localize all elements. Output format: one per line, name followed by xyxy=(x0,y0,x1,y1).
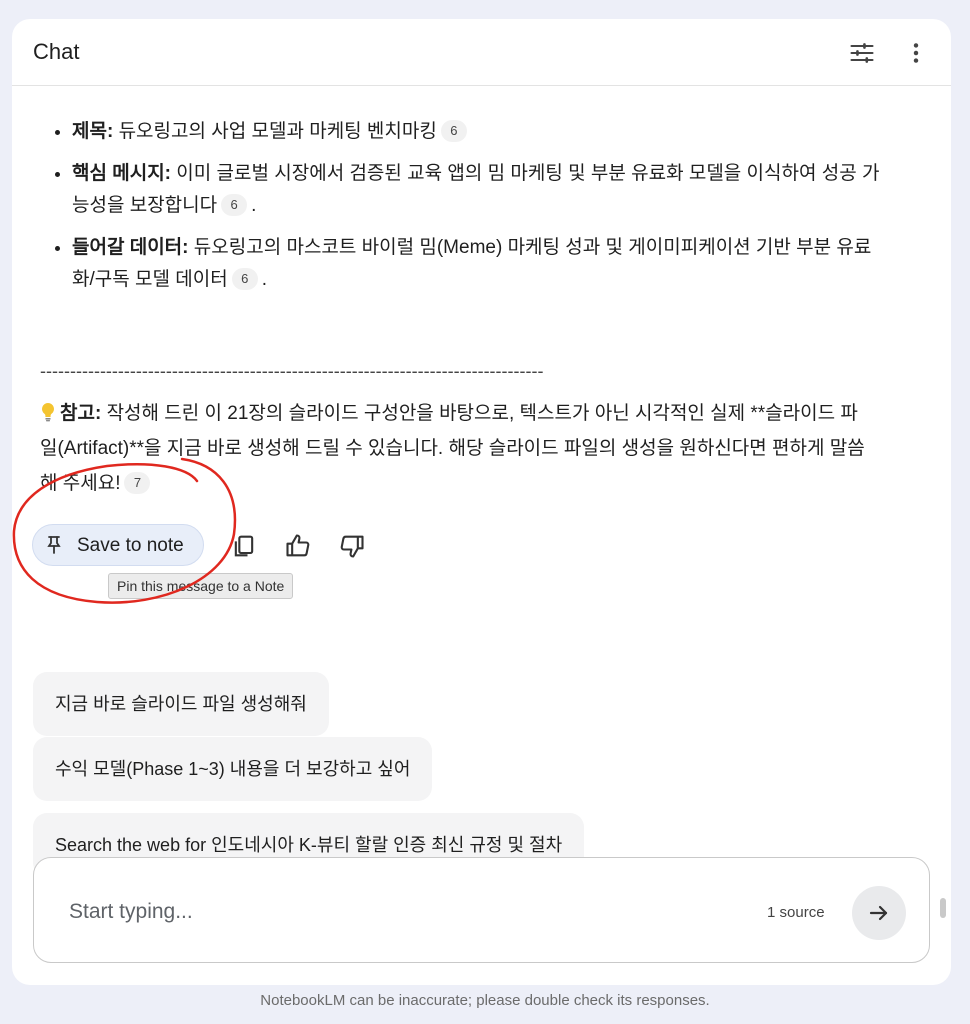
chat-title: Chat xyxy=(33,39,80,64)
citation-badge[interactable]: 6 xyxy=(231,268,258,290)
citation-badge[interactable]: 6 xyxy=(221,194,248,216)
divider-line: ----------------------------------------… xyxy=(40,361,544,381)
bullet-text: 듀오링고의 사업 모델과 마케팅 벤치마킹 xyxy=(113,121,437,142)
bullet-item: 들어갈 데이터: 듀오링고의 마스코트 바이럴 밈(Meme) 마케팅 성과 및… xyxy=(72,232,892,296)
note-label: 참고: xyxy=(60,403,102,424)
suggestion-chip[interactable]: 지금 바로 슬라이드 파일 생성해줘 xyxy=(33,672,329,736)
bullet-text: 듀오링고의 마스코트 바이럴 밈(Meme) 마케팅 성과 및 게이미피케이션 … xyxy=(72,237,872,290)
thumbs-down-icon[interactable] xyxy=(338,532,366,560)
chat-panel: Chat 제목: 듀오링고의 사업 모델과 마케팅 벤치마킹6 핵심 메시지: … xyxy=(12,19,951,985)
save-to-note-label: Save to note xyxy=(77,535,184,556)
bullet-item: 핵심 메시지: 이미 글로벌 시장에서 검증된 교육 앱의 밈 마케팅 및 부분… xyxy=(72,158,892,222)
more-vert-icon[interactable] xyxy=(902,39,930,67)
note-text: 작성해 드린 이 21장의 슬라이드 구성안을 바탕으로, 텍스트가 아닌 시각… xyxy=(40,403,865,494)
bullet-tail: . xyxy=(261,269,267,290)
source-count: 1 source xyxy=(767,904,825,921)
suggestion-chip[interactable]: 수익 모델(Phase 1~3) 내용을 더 보강하고 싶어 xyxy=(33,737,433,801)
bullet-item: 제목: 듀오링고의 사업 모델과 마케팅 벤치마킹6 xyxy=(72,116,892,148)
tune-icon[interactable] xyxy=(848,39,876,67)
chat-header: Chat xyxy=(12,19,951,86)
citation-badge[interactable]: 6 xyxy=(440,120,467,142)
bullet-text: 이미 글로벌 시장에서 검증된 교육 앱의 밈 마케팅 및 부분 유료화 모델을… xyxy=(72,163,880,216)
copy-icon[interactable] xyxy=(230,532,258,560)
lightbulb-icon xyxy=(40,399,56,422)
disclaimer-text: NotebookLM can be inaccurate; please dou… xyxy=(260,992,710,1009)
pin-icon xyxy=(45,535,63,555)
citation-badge[interactable]: 7 xyxy=(124,472,151,494)
bullet-label: 들어갈 데이터: xyxy=(72,237,189,258)
bullet-tail: . xyxy=(251,195,257,216)
bullet-label: 핵심 메시지: xyxy=(72,163,172,184)
bullet-list: 제목: 듀오링고의 사업 모델과 마케팅 벤치마킹6 핵심 메시지: 이미 글로… xyxy=(40,116,892,306)
note-paragraph: 참고: 작성해 드린 이 21장의 슬라이드 구성안을 바탕으로, 텍스트가 아… xyxy=(40,396,865,501)
chat-input[interactable] xyxy=(67,896,691,928)
message-area: 제목: 듀오링고의 사업 모델과 마케팅 벤치마킹6 핵심 메시지: 이미 글로… xyxy=(12,86,951,918)
send-button[interactable] xyxy=(852,886,906,940)
chat-composer: 1 source xyxy=(33,857,930,963)
save-to-note-button[interactable]: Save to note xyxy=(32,524,204,566)
save-to-note-tooltip: Pin this message to a Note xyxy=(108,573,294,599)
bullet-label: 제목: xyxy=(72,121,114,142)
arrow-right-icon xyxy=(869,905,888,921)
message-actions: Save to note xyxy=(32,524,432,568)
thumbs-up-icon[interactable] xyxy=(284,532,312,560)
scrollbar-thumb[interactable] xyxy=(940,898,946,918)
